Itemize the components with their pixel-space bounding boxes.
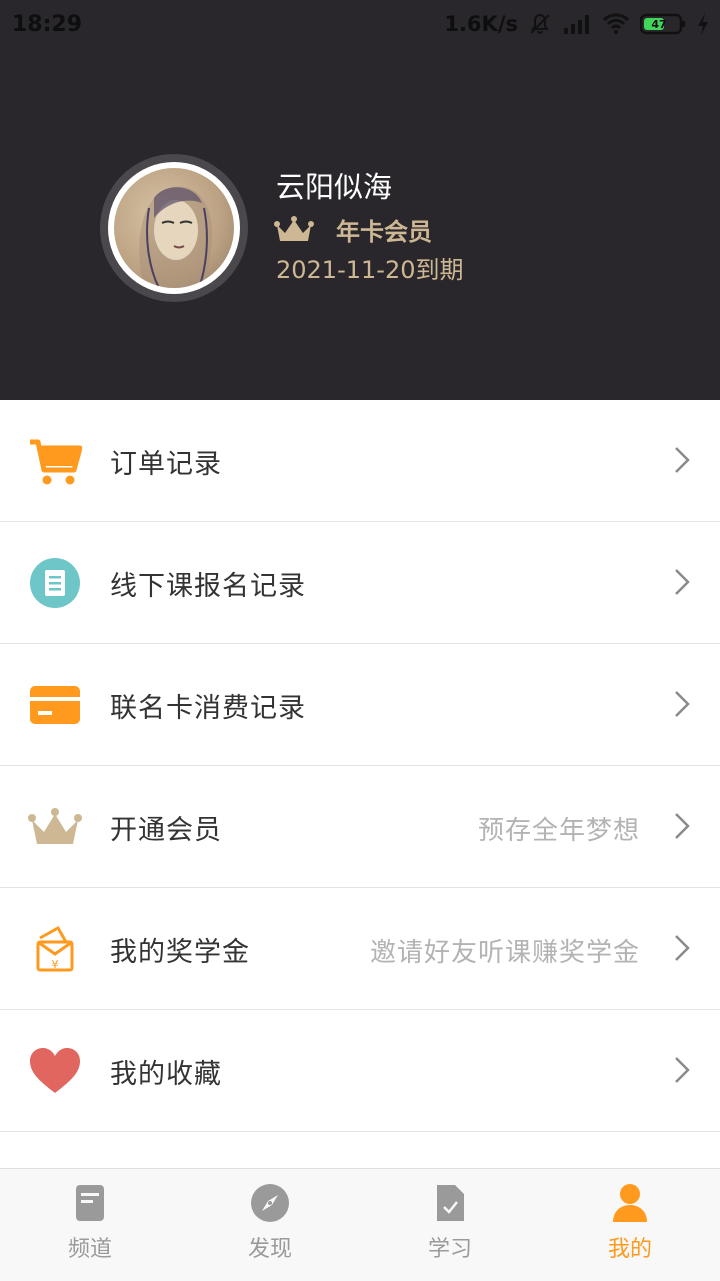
bell-off-icon: [530, 13, 550, 34]
tab-label: 我的: [607, 1237, 652, 1262]
menu-label: 我的奖学金: [110, 937, 250, 968]
menu-label: 联名卡消费记录: [110, 693, 306, 724]
bottom-tab-bar: 频道 发现 学习 我的: [0, 1168, 720, 1281]
wifi-icon: [602, 13, 630, 34]
tab-channel[interactable]: 频道: [0, 1169, 180, 1281]
battery-icon: 47: [640, 13, 685, 35]
member-label: 年卡会员: [336, 218, 432, 246]
menu-label: 线下课报名记录: [110, 571, 306, 602]
status-bar: 18:29 1.6K/s 47: [0, 0, 720, 52]
profile-header: 18:29 1.6K/s 47 云阳似海 年卡会员 2021-11-20到期: [0, 0, 720, 400]
avatar-image: [114, 168, 234, 288]
status-time: 18:29: [12, 12, 83, 37]
tab-label: 发现: [247, 1237, 292, 1262]
compass-icon: [251, 1184, 289, 1222]
svg-text:47: 47: [651, 18, 666, 31]
scholarship-icon: ¥: [36, 925, 74, 972]
tab-mine[interactable]: 我的: [540, 1169, 720, 1281]
shopping-cart-icon: [30, 439, 82, 485]
card-icon: [30, 686, 80, 724]
chevron-right-icon: [675, 935, 690, 961]
menu-item-open-membership[interactable]: 开通会员 预存全年梦想: [0, 766, 720, 888]
username: 云阳似海: [276, 170, 393, 204]
chevron-right-icon: [675, 569, 690, 595]
chevron-right-icon: [675, 691, 690, 717]
menu-item-favorites[interactable]: 我的收藏: [0, 1010, 720, 1132]
menu-hint: 邀请好友听课赚奖学金: [369, 938, 640, 968]
avatar[interactable]: [100, 154, 248, 302]
membership-expiry: 2021-11-20到期: [276, 256, 464, 284]
svg-text:¥: ¥: [52, 958, 59, 971]
menu-list: 订单记录 线下课报名记录 联名卡消费记录 开通会员 预存全年梦想 ¥ 我的奖学金…: [0, 400, 720, 1132]
person-icon: [613, 1184, 647, 1222]
chevron-right-icon: [675, 1057, 690, 1083]
membership-badge: 年卡会员: [274, 212, 432, 247]
menu-label: 我的收藏: [110, 1059, 222, 1090]
heart-icon: [30, 1048, 80, 1093]
crown-icon: [274, 215, 314, 241]
menu-item-scholarship[interactable]: ¥ 我的奖学金 邀请好友听课赚奖学金: [0, 888, 720, 1010]
menu-item-offline-course-records[interactable]: 线下课报名记录: [0, 522, 720, 644]
chevron-right-icon: [675, 447, 690, 473]
status-right: 1.6K/s 47: [444, 12, 710, 36]
tab-study[interactable]: 学习: [360, 1169, 540, 1281]
chevron-right-icon: [675, 813, 690, 839]
menu-hint: 预存全年梦想: [477, 816, 640, 846]
charging-icon: [698, 13, 708, 35]
hd-signal-icon: [564, 15, 589, 34]
menu-item-orders[interactable]: 订单记录: [0, 400, 720, 522]
crown-icon: [28, 808, 82, 844]
network-speed: 1.6K/s: [444, 12, 518, 36]
tab-label: 频道: [67, 1237, 112, 1262]
menu-label: 订单记录: [110, 449, 222, 480]
menu-label: 开通会员: [110, 815, 222, 846]
document-circle-icon: [30, 558, 80, 608]
tab-label: 学习: [427, 1237, 472, 1262]
channel-icon: [76, 1185, 104, 1221]
tab-discover[interactable]: 发现: [180, 1169, 360, 1281]
menu-item-card-spending[interactable]: 联名卡消费记录: [0, 644, 720, 766]
study-icon: [437, 1185, 464, 1221]
